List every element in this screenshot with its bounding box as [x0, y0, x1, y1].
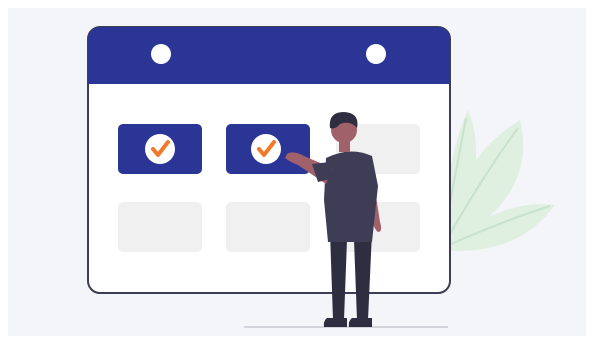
calendar-header — [88, 27, 450, 84]
calendar-illustration — [87, 26, 555, 328]
calendar-slot-empty — [118, 202, 202, 252]
calendar-slot-checked — [118, 124, 202, 174]
person-shoe-left — [323, 318, 347, 327]
calendar-slot-checked — [226, 124, 310, 174]
person-shirt — [324, 151, 378, 242]
calendar-slot-empty — [226, 202, 310, 252]
illustration-stage — [0, 0, 594, 344]
person-shoe-right — [348, 318, 372, 327]
calendar-icon — [87, 26, 451, 294]
leaf-icon — [440, 110, 555, 251]
calendar-ring-right — [366, 44, 386, 64]
calendar-ring-left — [151, 44, 171, 64]
